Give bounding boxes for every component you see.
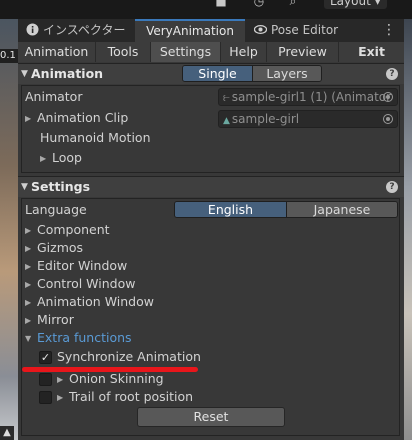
mode-layers-option[interactable]: Layers [252, 66, 321, 81]
collapse-triangle-icon: ▼ [25, 334, 32, 343]
scene-corner-icon[interactable]: ▲ [0, 426, 14, 440]
language-japanese-option[interactable]: Japanese [286, 202, 397, 217]
onion-skinning-checkbox[interactable] [39, 373, 52, 386]
settings-item-component[interactable]: ▶ Component [25, 221, 110, 239]
expand-triangle-icon: ▶ [25, 226, 32, 235]
clip-type-icon: ▲ [223, 116, 230, 126]
va-menu-bar: Animation Tools Settings Help Preview Ex… [18, 42, 404, 62]
scene-view-right [404, 19, 412, 440]
mode-single-option[interactable]: Single [183, 66, 252, 81]
expand-triangle-icon: ▶ [25, 262, 32, 271]
animator-label: Animator [25, 89, 83, 104]
onion-skinning-label: Onion Skinning [69, 371, 164, 386]
scene-value-label: 0.1 [0, 49, 18, 63]
layout-dropdown[interactable]: Layout ▾ [324, 0, 387, 9]
onion-skinning-row[interactable]: ▶ Onion Skinning [57, 370, 164, 388]
va-animation-button[interactable]: Animation [18, 42, 96, 62]
editor-toolbar: ■ ◷ ⌕ Layout ▾ [0, 0, 412, 19]
expand-triangle-icon: ▶ [40, 154, 47, 163]
language-english-option[interactable]: English [175, 202, 286, 217]
settings-item-editor-window[interactable]: ▶ Editor Window [25, 257, 127, 275]
settings-item-mirror[interactable]: ▶ Mirror [25, 311, 74, 329]
reset-button[interactable]: Reset [137, 407, 285, 427]
eye-icon [254, 24, 267, 35]
expand-triangle-icon: ▶ [57, 375, 64, 384]
synchronize-animation-label: Synchronize Animation [57, 349, 201, 364]
language-label: Language [25, 202, 87, 217]
settings-item-label: Gizmos [37, 240, 84, 255]
animation-section-title: Animation [31, 66, 104, 81]
settings-item-animation-window[interactable]: ▶ Animation Window [25, 293, 154, 311]
animator-type-icon: ⥼ [223, 90, 230, 104]
language-toggle: English Japanese [174, 201, 398, 218]
va-exit-button[interactable]: Exit [339, 42, 404, 62]
tab-pose-editor-label: Pose Editor [271, 23, 339, 37]
collapse-triangle-icon: ▼ [21, 182, 28, 192]
settings-item-gizmos[interactable]: ▶ Gizmos [25, 239, 83, 257]
animation-clip-row[interactable]: ▶ Animation Clip [25, 109, 128, 127]
window-tab-bar: インスペクター VeryAnimation Pose Editor ⋮ [18, 19, 404, 42]
expand-triangle-icon: ▶ [25, 316, 32, 325]
animation-mode-toggle: Single Layers [182, 65, 322, 82]
help-icon[interactable]: ? [386, 68, 398, 80]
settings-item-extra-functions[interactable]: ▼ Extra functions [25, 329, 132, 347]
settings-item-control-window[interactable]: ▶ Control Window [25, 275, 135, 293]
trail-root-position-checkbox[interactable] [39, 391, 52, 404]
loop-row[interactable]: ▶ Loop [40, 149, 82, 167]
cloud-icon[interactable]: ■ [214, 0, 228, 8]
animation-clip-field[interactable]: ▲ sample-girl [218, 110, 398, 128]
animator-field[interactable]: ⥼ sample-girl1 (1) (Animator [218, 88, 398, 106]
settings-item-label: Control Window [37, 276, 136, 291]
search-icon[interactable]: ⌕ [286, 0, 300, 8]
loop-label: Loop [52, 150, 82, 165]
settings-item-label: Component [37, 222, 110, 237]
tab-menu-icon[interactable]: ⋮ [382, 19, 396, 42]
help-icon[interactable]: ? [386, 181, 398, 193]
info-icon [26, 23, 39, 36]
tab-veryanimation[interactable]: VeryAnimation [135, 19, 245, 42]
va-tools-button[interactable]: Tools [96, 42, 151, 62]
tab-inspector-label: インスペクター [43, 23, 126, 37]
settings-section-header[interactable]: ▼ Settings ? [18, 176, 404, 197]
trail-root-position-label: Trail of root position [69, 389, 194, 404]
tab-veryanimation-label: VeryAnimation [146, 24, 234, 38]
synchronize-animation-checkbox[interactable]: ✓ [39, 351, 52, 364]
expand-triangle-icon: ▶ [25, 114, 32, 123]
va-settings-button[interactable]: Settings [151, 42, 221, 62]
settings-item-label: Editor Window [37, 258, 128, 273]
settings-item-label: Animation Window [37, 294, 154, 309]
tab-inspector[interactable]: インスペクター [26, 19, 138, 42]
scene-view-left: 0.1 ▲ [0, 19, 18, 440]
animation-clip-label: Animation Clip [37, 110, 129, 125]
settings-item-label: Mirror [37, 312, 74, 327]
humanoid-motion-label: Humanoid Motion [40, 130, 151, 145]
expand-triangle-icon: ▶ [25, 280, 32, 289]
history-icon[interactable]: ◷ [252, 0, 266, 8]
settings-section-title: Settings [31, 179, 91, 194]
animation-clip-value: sample-girl [231, 112, 300, 126]
expand-triangle-icon: ▶ [57, 393, 64, 402]
animator-value: sample-girl1 (1) (Animator [231, 90, 392, 104]
va-preview-button[interactable]: Preview [267, 42, 339, 62]
expand-triangle-icon: ▶ [25, 298, 32, 307]
trail-root-position-row[interactable]: ▶ Trail of root position [57, 388, 193, 406]
object-picker-icon[interactable] [383, 92, 393, 102]
extra-functions-label: Extra functions [37, 330, 132, 345]
va-help-button[interactable]: Help [221, 42, 267, 62]
tab-pose-editor[interactable]: Pose Editor [254, 19, 354, 42]
object-picker-icon[interactable] [383, 114, 393, 124]
collapse-triangle-icon: ▼ [21, 69, 28, 79]
expand-triangle-icon: ▶ [25, 244, 32, 253]
